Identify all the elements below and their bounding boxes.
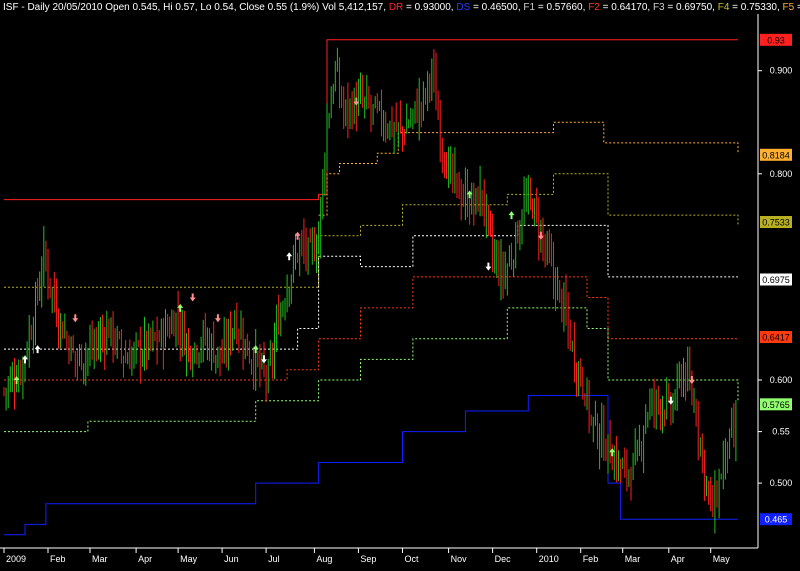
x-tick-label: Feb: [583, 554, 599, 564]
x-tick-label: Nov: [451, 554, 468, 564]
level-label-f5: 0.8184: [762, 150, 790, 160]
header-label-f3: F3: [653, 2, 665, 13]
header-label-f2: F2: [588, 2, 600, 13]
level-label-f3: 0.6975: [762, 275, 790, 285]
x-tick-label: Aug: [316, 554, 332, 564]
header-value-f5: = 0.81840: [794, 2, 800, 13]
header-label-f1: F1: [523, 2, 535, 13]
price-chart[interactable]: 0.900 0.800 0.600 0.55 0.500 2009 Feb Mar Apr Ma…: [0, 0, 800, 571]
level-label-f2: 0.6417: [762, 333, 790, 343]
level-label-ds: 0.465: [765, 515, 788, 525]
x-tick-label: Jun: [224, 554, 239, 564]
x-tick-label: May: [713, 554, 731, 564]
x-tick-label: Mar: [625, 554, 641, 564]
header-label-ds: DS: [456, 2, 470, 13]
header-value-f3: = 0.69750,: [665, 2, 718, 13]
header-value-f4: = 0.75330,: [729, 2, 782, 13]
x-tick-label: 2009: [6, 554, 26, 564]
header-value-f2: = 0.64170,: [600, 2, 653, 13]
x-tick-label: 2010: [539, 554, 559, 564]
header-label-f5: F5: [783, 2, 795, 13]
x-tick-label: Jul: [268, 554, 280, 564]
y-tick-label: 0.600: [770, 375, 793, 385]
header-value-ds: = 0.46500,: [470, 2, 523, 13]
header-value-dr: = 0.93000,: [403, 2, 456, 13]
chart-header: ISF - Daily 20/05/2010 Open 0.545, Hi 0.…: [3, 2, 800, 13]
x-tick-label: Feb: [50, 554, 66, 564]
y-tick-label: 0.500: [770, 478, 793, 488]
x-tick-label: Mar: [92, 554, 108, 564]
header-label-f4: F4: [718, 2, 730, 13]
y-tick-label: 0.55: [772, 427, 790, 437]
x-tick-label: May: [180, 554, 198, 564]
header-symbol: ISF - Daily 20/05/2010 Open 0.545, Hi 0.…: [3, 2, 389, 13]
level-label-f1: 0.5765: [762, 400, 790, 410]
header-label-dr: DR: [389, 2, 403, 13]
y-tick-label: 0.800: [770, 169, 793, 179]
header-value-f1: = 0.57660,: [535, 2, 588, 13]
chart-background: [0, 0, 800, 571]
x-tick-label: Apr: [671, 554, 685, 564]
x-tick-label: Dec: [495, 554, 512, 564]
x-tick-label: Sep: [360, 554, 376, 564]
level-label-f4: 0.7533: [762, 218, 790, 228]
y-tick-label: 0.900: [770, 66, 793, 76]
x-tick-label: Oct: [405, 554, 420, 564]
level-label-dr: 0.93: [767, 35, 785, 45]
x-tick-label: Apr: [138, 554, 152, 564]
